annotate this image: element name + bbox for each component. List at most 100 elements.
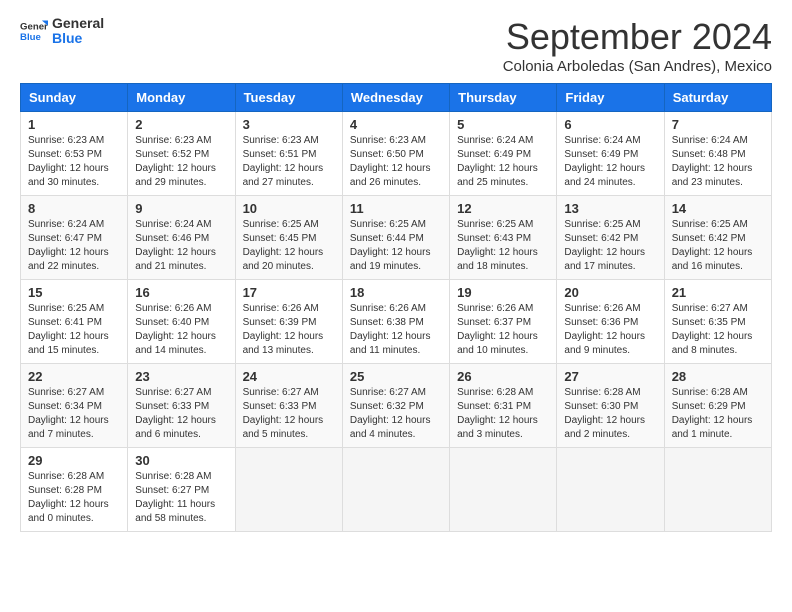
calendar-week-row: 29 Sunrise: 6:28 AMSunset: 6:28 PMDayligh… <box>21 448 772 532</box>
day-info: Sunrise: 6:24 AMSunset: 6:49 PMDaylight:… <box>564 134 656 190</box>
day-number: 4 <box>350 117 442 132</box>
calendar-day-cell: 29 Sunrise: 6:28 AMSunset: 6:28 PMDayligh… <box>21 448 128 532</box>
day-info: Sunrise: 6:25 AMSunset: 6:41 PMDaylight:… <box>28 302 120 358</box>
calendar-day-cell: 30Sunrise: 6:28 AMSunset: 6:27 PMDayligh… <box>128 448 235 532</box>
calendar-day-cell: 15 Sunrise: 6:25 AMSunset: 6:41 PMDayligh… <box>21 280 128 364</box>
day-number: 15 <box>28 285 120 300</box>
day-info: Sunrise: 6:24 AMSunset: 6:46 PMDaylight:… <box>135 218 227 274</box>
day-number: 13 <box>564 201 656 216</box>
calendar-day-cell: 5 Sunrise: 6:24 AMSunset: 6:49 PMDaylight… <box>450 112 557 196</box>
calendar-day-cell <box>342 448 449 532</box>
svg-text:General: General <box>20 22 48 33</box>
calendar-header-tuesday: Tuesday <box>235 84 342 112</box>
logo-text-blue: Blue <box>52 31 104 46</box>
day-number: 23 <box>135 369 227 384</box>
day-number: 8 <box>28 201 120 216</box>
day-number: 20 <box>564 285 656 300</box>
day-number: 3 <box>243 117 335 132</box>
calendar-day-cell: 2Sunrise: 6:23 AMSunset: 6:52 PMDaylight… <box>128 112 235 196</box>
day-number: 27 <box>564 369 656 384</box>
calendar-day-cell: 13 Sunrise: 6:25 AMSunset: 6:42 PMDayligh… <box>557 196 664 280</box>
month-title: September 2024 <box>503 16 772 58</box>
day-number: 28 <box>672 369 764 384</box>
calendar-day-cell: 23Sunrise: 6:27 AMSunset: 6:33 PMDayligh… <box>128 364 235 448</box>
day-info: Sunrise: 6:27 AMSunset: 6:35 PMDaylight:… <box>672 302 764 358</box>
calendar-day-cell: 1 Sunrise: 6:23 AMSunset: 6:53 PMDaylight… <box>21 112 128 196</box>
calendar-day-cell: 10Sunrise: 6:25 AMSunset: 6:45 PMDayligh… <box>235 196 342 280</box>
calendar-day-cell <box>664 448 771 532</box>
calendar-day-cell: 28 Sunrise: 6:28 AMSunset: 6:29 PMDayligh… <box>664 364 771 448</box>
day-number: 17 <box>243 285 335 300</box>
day-number: 2 <box>135 117 227 132</box>
day-info: Sunrise: 6:23 AMSunset: 6:53 PMDaylight:… <box>28 134 120 190</box>
calendar-week-row: 15 Sunrise: 6:25 AMSunset: 6:41 PMDayligh… <box>21 280 772 364</box>
day-number: 14 <box>672 201 764 216</box>
calendar-header-monday: Monday <box>128 84 235 112</box>
calendar-day-cell <box>557 448 664 532</box>
calendar-week-row: 1 Sunrise: 6:23 AMSunset: 6:53 PMDaylight… <box>21 112 772 196</box>
day-info: Sunrise: 6:24 AMSunset: 6:49 PMDaylight:… <box>457 134 549 190</box>
day-number: 19 <box>457 285 549 300</box>
calendar-day-cell: 3Sunrise: 6:23 AMSunset: 6:51 PMDaylight… <box>235 112 342 196</box>
day-number: 22 <box>28 369 120 384</box>
subtitle: Colonia Arboledas (San Andres), Mexico <box>503 58 772 75</box>
calendar-day-cell: 7 Sunrise: 6:24 AMSunset: 6:48 PMDaylight… <box>664 112 771 196</box>
day-info: Sunrise: 6:25 AMSunset: 6:42 PMDaylight:… <box>672 218 764 274</box>
day-info: Sunrise: 6:24 AMSunset: 6:48 PMDaylight:… <box>672 134 764 190</box>
day-number: 12 <box>457 201 549 216</box>
calendar-day-cell: 8 Sunrise: 6:24 AMSunset: 6:47 PMDaylight… <box>21 196 128 280</box>
calendar-day-cell: 26 Sunrise: 6:28 AMSunset: 6:31 PMDayligh… <box>450 364 557 448</box>
logo-text-general: General <box>52 16 104 31</box>
day-info: Sunrise: 6:28 AMSunset: 6:30 PMDaylight:… <box>564 386 656 442</box>
logo: General Blue General Blue <box>20 16 104 47</box>
day-number: 21 <box>672 285 764 300</box>
calendar-day-cell: 17Sunrise: 6:26 AMSunset: 6:39 PMDayligh… <box>235 280 342 364</box>
day-info: Sunrise: 6:25 AMSunset: 6:44 PMDaylight:… <box>350 218 442 274</box>
calendar-week-row: 8 Sunrise: 6:24 AMSunset: 6:47 PMDaylight… <box>21 196 772 280</box>
svg-text:Blue: Blue <box>20 32 41 43</box>
day-number: 1 <box>28 117 120 132</box>
day-info: Sunrise: 6:26 AMSunset: 6:40 PMDaylight:… <box>135 302 227 358</box>
logo-icon: General Blue <box>20 17 48 45</box>
calendar-body: 1 Sunrise: 6:23 AMSunset: 6:53 PMDaylight… <box>21 112 772 532</box>
day-number: 16 <box>135 285 227 300</box>
day-info: Sunrise: 6:28 AMSunset: 6:31 PMDaylight:… <box>457 386 549 442</box>
calendar-day-cell: 25Sunrise: 6:27 AMSunset: 6:32 PMDayligh… <box>342 364 449 448</box>
header: General Blue General Blue September 2024… <box>20 16 772 75</box>
title-area: September 2024 Colonia Arboledas (San An… <box>503 16 772 75</box>
calendar-header-thursday: Thursday <box>450 84 557 112</box>
day-number: 11 <box>350 201 442 216</box>
day-number: 9 <box>135 201 227 216</box>
day-info: Sunrise: 6:25 AMSunset: 6:43 PMDaylight:… <box>457 218 549 274</box>
calendar-day-cell: 20Sunrise: 6:26 AMSunset: 6:36 PMDayligh… <box>557 280 664 364</box>
day-info: Sunrise: 6:28 AMSunset: 6:28 PMDaylight:… <box>28 470 120 526</box>
day-number: 29 <box>28 453 120 468</box>
calendar-day-cell <box>450 448 557 532</box>
calendar-day-cell: 22Sunrise: 6:27 AMSunset: 6:34 PMDayligh… <box>21 364 128 448</box>
day-info: Sunrise: 6:25 AMSunset: 6:42 PMDaylight:… <box>564 218 656 274</box>
day-number: 26 <box>457 369 549 384</box>
calendar-table: SundayMondayTuesdayWednesdayThursdayFrid… <box>20 83 772 532</box>
calendar-header-saturday: Saturday <box>664 84 771 112</box>
day-info: Sunrise: 6:23 AMSunset: 6:50 PMDaylight:… <box>350 134 442 190</box>
calendar-day-cell: 18Sunrise: 6:26 AMSunset: 6:38 PMDayligh… <box>342 280 449 364</box>
calendar-header-friday: Friday <box>557 84 664 112</box>
calendar-day-cell: 9 Sunrise: 6:24 AMSunset: 6:46 PMDaylight… <box>128 196 235 280</box>
day-info: Sunrise: 6:25 AMSunset: 6:45 PMDaylight:… <box>243 218 335 274</box>
calendar-header-sunday: Sunday <box>21 84 128 112</box>
day-number: 5 <box>457 117 549 132</box>
day-number: 18 <box>350 285 442 300</box>
day-info: Sunrise: 6:24 AMSunset: 6:47 PMDaylight:… <box>28 218 120 274</box>
calendar-day-cell: 27 Sunrise: 6:28 AMSunset: 6:30 PMDayligh… <box>557 364 664 448</box>
calendar-day-cell: 21 Sunrise: 6:27 AMSunset: 6:35 PMDayligh… <box>664 280 771 364</box>
calendar-day-cell: 11 Sunrise: 6:25 AMSunset: 6:44 PMDayligh… <box>342 196 449 280</box>
calendar-day-cell: 24Sunrise: 6:27 AMSunset: 6:33 PMDayligh… <box>235 364 342 448</box>
day-info: Sunrise: 6:27 AMSunset: 6:32 PMDaylight:… <box>350 386 442 442</box>
calendar-day-cell: 12 Sunrise: 6:25 AMSunset: 6:43 PMDayligh… <box>450 196 557 280</box>
day-number: 7 <box>672 117 764 132</box>
day-info: Sunrise: 6:28 AMSunset: 6:29 PMDaylight:… <box>672 386 764 442</box>
day-number: 30 <box>135 453 227 468</box>
calendar-day-cell: 4 Sunrise: 6:23 AMSunset: 6:50 PMDaylight… <box>342 112 449 196</box>
calendar-day-cell: 14 Sunrise: 6:25 AMSunset: 6:42 PMDayligh… <box>664 196 771 280</box>
day-number: 6 <box>564 117 656 132</box>
